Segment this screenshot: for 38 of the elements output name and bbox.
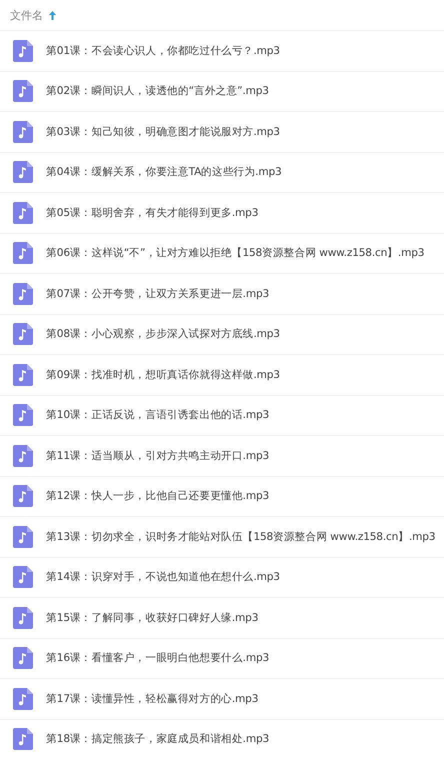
audio-file-icon	[13, 688, 33, 710]
file-name[interactable]: 第04课：缓解关系，你要注意TA的这些行为.mp3	[46, 165, 282, 180]
audio-file-icon	[13, 444, 33, 467]
file-name[interactable]: 第10课：正话反说，言语引诱套出他的话.mp3	[46, 408, 270, 422]
file-name[interactable]: 第13课：切勿求全，识时务才能站对队伍【158资源整合网 www.z158.cn】.mp3	[46, 530, 436, 544]
audio-file-icon	[13, 282, 33, 305]
audio-file-icon	[13, 364, 33, 386]
audio-file-icon	[13, 40, 33, 62]
sort-arrow-icon[interactable]	[49, 10, 56, 20]
audio-file-icon	[13, 404, 33, 426]
file-name[interactable]: 第12课：快人一步，比他自己还要更懂他.mp3	[46, 489, 270, 504]
file-name[interactable]: 第01课：不会读心识人，你都吃过什么亏？.mp3	[46, 44, 280, 58]
audio-file-icon	[13, 80, 33, 102]
audio-file-icon	[13, 242, 33, 264]
audio-file-icon	[13, 202, 33, 224]
audio-file-icon	[13, 485, 33, 508]
file-name[interactable]: 第06课：这样说“不”，让对方难以拒绝【158资源整合网 www.z158.cn】.mp3	[46, 246, 424, 260]
file-name[interactable]: 第07课：公开夸赞，让双方关系更进一层.mp3	[46, 286, 270, 301]
audio-file-icon	[13, 647, 33, 670]
audio-file-icon	[13, 566, 33, 588]
audio-file-icon	[13, 120, 33, 143]
audio-file-icon	[13, 161, 33, 184]
file-name[interactable]: 第03课：知己知彼，明确意图才能说服对方.mp3	[46, 124, 280, 139]
file-name[interactable]: 第09课：找准时机，想听真话你就得这样做.mp3	[46, 368, 280, 382]
audio-file-icon	[13, 323, 33, 346]
file-name[interactable]: 第16课：看懂客户，一眼明白他想要什么.mp3	[46, 651, 270, 666]
file-name[interactable]: 第17课：读懂异性，轻松赢得对方的心.mp3	[46, 692, 258, 706]
file-name[interactable]: 第05课：聪明舍弃，有失才能得到更多.mp3	[46, 206, 258, 220]
column-header[interactable]: 文件名	[10, 8, 43, 22]
file-name[interactable]: 第08课：小心观察，步步深入试探对方底线.mp3	[46, 327, 280, 342]
file-name[interactable]: 第14课：识穿对手，不说也知道他在想什么.mp3	[46, 570, 280, 584]
file-name[interactable]: 第15课：了解同事，收获好口碑好人缘.mp3	[46, 610, 258, 625]
file-name[interactable]: 第18课：搞定熊孩子，家庭成员和谐相处.mp3	[46, 732, 270, 746]
audio-file-icon	[13, 606, 33, 629]
file-name[interactable]: 第02课：瞬间识人，读透他的“言外之意”.mp3	[46, 84, 269, 98]
audio-file-icon	[13, 728, 33, 750]
file-name[interactable]: 第11课：适当顺从，引对方共鸣主动开口.mp3	[46, 448, 270, 463]
audio-file-icon	[13, 526, 33, 548]
